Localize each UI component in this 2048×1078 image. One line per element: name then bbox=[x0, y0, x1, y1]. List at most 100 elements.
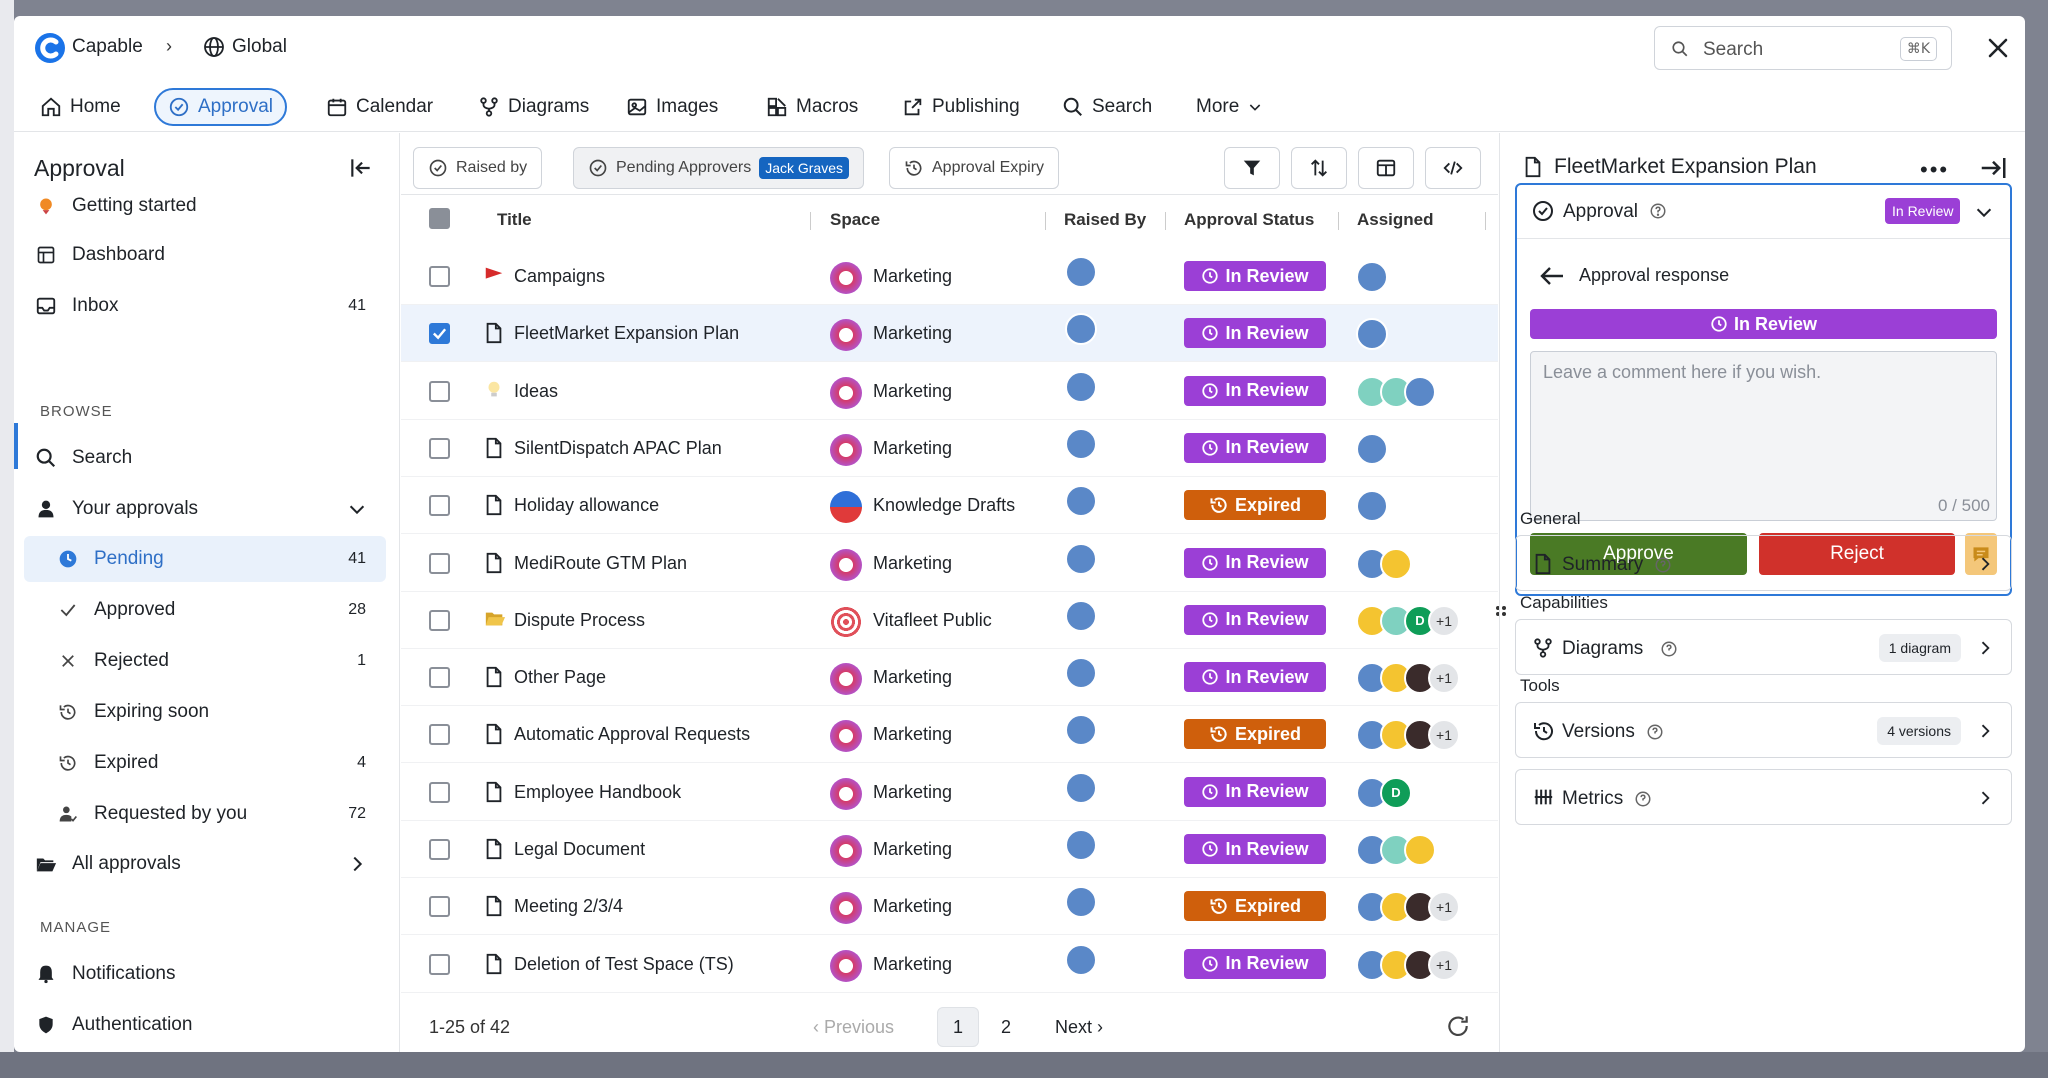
row-checkbox[interactable] bbox=[429, 437, 450, 459]
row-space[interactable]: Marketing bbox=[873, 381, 952, 402]
help-icon[interactable] bbox=[1654, 556, 1672, 574]
filter-approval-expiry[interactable]: Approval Expiry bbox=[889, 147, 1060, 189]
sidebar-item-authentication[interactable]: Authentication bbox=[24, 1002, 386, 1048]
column-divider[interactable] bbox=[1045, 212, 1046, 230]
raised-by-avatar[interactable] bbox=[1065, 657, 1097, 690]
sidebar-item-all-approvals[interactable]: All approvals bbox=[24, 841, 386, 887]
col-title[interactable]: Title bbox=[497, 210, 532, 230]
help-icon[interactable] bbox=[1646, 723, 1664, 741]
raised-by-avatar[interactable] bbox=[1065, 313, 1097, 346]
raised-by-avatar[interactable] bbox=[1065, 370, 1097, 403]
sidebar-item-requested-by-you[interactable]: Requested by you 72 bbox=[24, 791, 386, 837]
diagrams-card[interactable]: Diagrams 1 diagram bbox=[1515, 619, 2012, 675]
row-checkbox[interactable] bbox=[429, 839, 450, 860]
column-divider[interactable] bbox=[1485, 212, 1486, 230]
table-row[interactable]: SilentDispatch APAC Plan Marketing In Revi… bbox=[401, 420, 1498, 477]
previous-page-button[interactable]: ‹ Previous bbox=[813, 1017, 894, 1038]
row-checkbox[interactable] bbox=[429, 266, 450, 287]
avatar[interactable] bbox=[1356, 318, 1388, 351]
row-checkbox[interactable] bbox=[429, 781, 450, 803]
column-divider[interactable] bbox=[1338, 212, 1339, 230]
row-checkbox[interactable] bbox=[429, 953, 450, 975]
row-checkbox[interactable] bbox=[429, 323, 450, 345]
comment-textarea[interactable]: Leave a comment here if you wish. 0 / 50… bbox=[1530, 351, 1997, 521]
raised-by-avatar[interactable] bbox=[1065, 542, 1097, 575]
sidebar-item-rejected[interactable]: Rejected 1 bbox=[24, 638, 386, 684]
row-checkbox[interactable] bbox=[429, 667, 450, 689]
table-row[interactable]: Deletion of Test Space (TS) Marketing In R… bbox=[401, 936, 1498, 993]
more-assignees[interactable]: +1 bbox=[1428, 719, 1460, 752]
avatar[interactable] bbox=[1404, 375, 1436, 408]
nav-macros[interactable]: Macros bbox=[754, 88, 870, 126]
row-title[interactable]: Holiday allowance bbox=[514, 495, 659, 516]
row-title[interactable]: FleetMarket Expansion Plan bbox=[514, 323, 739, 344]
row-space[interactable]: Marketing bbox=[873, 839, 952, 860]
avatar[interactable] bbox=[1356, 261, 1388, 293]
raised-by-avatar[interactable] bbox=[1065, 943, 1097, 976]
avatar[interactable]: D bbox=[1380, 776, 1412, 809]
sidebar-item-search[interactable]: Search bbox=[24, 435, 386, 481]
row-space[interactable]: Marketing bbox=[873, 782, 952, 803]
row-checkbox[interactable] bbox=[429, 380, 450, 402]
sidebar-item-approved[interactable]: Approved 28 bbox=[24, 587, 386, 633]
raised-by-avatar[interactable] bbox=[1065, 485, 1097, 518]
column-divider[interactable] bbox=[810, 212, 811, 230]
row-space[interactable]: Marketing bbox=[873, 954, 952, 975]
raised-by-avatar[interactable] bbox=[1065, 714, 1097, 747]
nav-approval[interactable]: Approval bbox=[154, 88, 287, 126]
sidebar-item-expired[interactable]: Expired 4 bbox=[24, 740, 386, 786]
row-title[interactable]: Employee Handbook bbox=[514, 782, 681, 803]
chevron-right-icon[interactable] bbox=[346, 853, 368, 875]
nav-home[interactable]: Home bbox=[28, 88, 133, 126]
row-title[interactable]: Meeting 2/3/4 bbox=[514, 896, 623, 917]
more-assignees[interactable]: +1 bbox=[1428, 604, 1460, 637]
col-space[interactable]: Space bbox=[830, 210, 880, 230]
nav-calendar[interactable]: Calendar bbox=[314, 88, 445, 126]
filter-raised-by[interactable]: Raised by bbox=[413, 147, 543, 189]
nav-diagrams[interactable]: Diagrams bbox=[466, 88, 601, 126]
refresh-icon[interactable] bbox=[1445, 1013, 1471, 1039]
row-space[interactable]: Marketing bbox=[873, 553, 952, 574]
filter-pending-approvers[interactable]: Pending Approvers Jack Graves bbox=[573, 147, 865, 189]
row-title[interactable]: MediRoute GTM Plan bbox=[514, 553, 687, 574]
row-space[interactable]: Marketing bbox=[873, 323, 952, 344]
col-raised-by[interactable]: Raised By bbox=[1064, 210, 1146, 230]
raised-by-avatar[interactable] bbox=[1065, 256, 1097, 288]
row-title[interactable]: Automatic Approval Requests bbox=[514, 724, 750, 745]
table-row[interactable]: Other Page Marketing In Review +1 bbox=[401, 649, 1498, 707]
avatar[interactable] bbox=[1356, 432, 1388, 465]
global-search-input[interactable]: Search ⌘K bbox=[1654, 26, 1952, 70]
raised-by-avatar[interactable] bbox=[1065, 829, 1097, 861]
sidebar-item-notifications[interactable]: Notifications bbox=[24, 951, 386, 997]
raised-by-avatar[interactable] bbox=[1065, 427, 1097, 460]
table-row[interactable]: Meeting 2/3/4 Marketing Expired +1 bbox=[401, 878, 1498, 936]
sidebar-item-expiring-soon[interactable]: Expiring soon bbox=[24, 689, 386, 735]
row-checkbox[interactable] bbox=[429, 609, 450, 631]
avatar[interactable] bbox=[1356, 490, 1388, 523]
row-space[interactable]: Marketing bbox=[873, 724, 952, 745]
chevron-down-icon[interactable] bbox=[1973, 201, 1995, 223]
col-approval-status[interactable]: Approval Status bbox=[1184, 210, 1314, 230]
row-space[interactable]: Marketing bbox=[873, 266, 952, 287]
column-divider[interactable] bbox=[1165, 212, 1166, 230]
row-title[interactable]: Other Page bbox=[514, 667, 606, 688]
nav-more[interactable]: More bbox=[1184, 88, 1275, 126]
more-assignees[interactable]: +1 bbox=[1428, 891, 1460, 924]
row-checkbox[interactable] bbox=[429, 552, 450, 574]
more-options-icon[interactable]: ••• bbox=[1920, 157, 1949, 183]
collapse-sidebar-icon[interactable] bbox=[348, 155, 374, 181]
page-2-button[interactable]: 2 bbox=[985, 1007, 1027, 1047]
table-row[interactable]: Holiday allowance Knowledge Drafts Expired bbox=[401, 477, 1498, 535]
nav-publishing[interactable]: Publishing bbox=[890, 88, 1032, 126]
sidebar-item-pending[interactable]: Pending 41 bbox=[24, 536, 386, 582]
table-row[interactable]: FleetMarket Expansion Plan Marketing In Re… bbox=[401, 305, 1498, 363]
embed-code-button[interactable] bbox=[1425, 147, 1481, 189]
col-assigned[interactable]: Assigned bbox=[1357, 210, 1434, 230]
sidebar-item-dashboard[interactable]: Dashboard bbox=[24, 232, 386, 278]
row-title[interactable]: Dispute Process bbox=[514, 610, 645, 631]
table-row[interactable]: Dispute Process Vitafleet Public In Review… bbox=[401, 592, 1498, 649]
more-assignees[interactable]: +1 bbox=[1428, 662, 1460, 695]
back-arrow-icon[interactable] bbox=[1539, 265, 1565, 287]
row-space[interactable]: Marketing bbox=[873, 667, 952, 688]
sort-button[interactable] bbox=[1291, 147, 1347, 189]
